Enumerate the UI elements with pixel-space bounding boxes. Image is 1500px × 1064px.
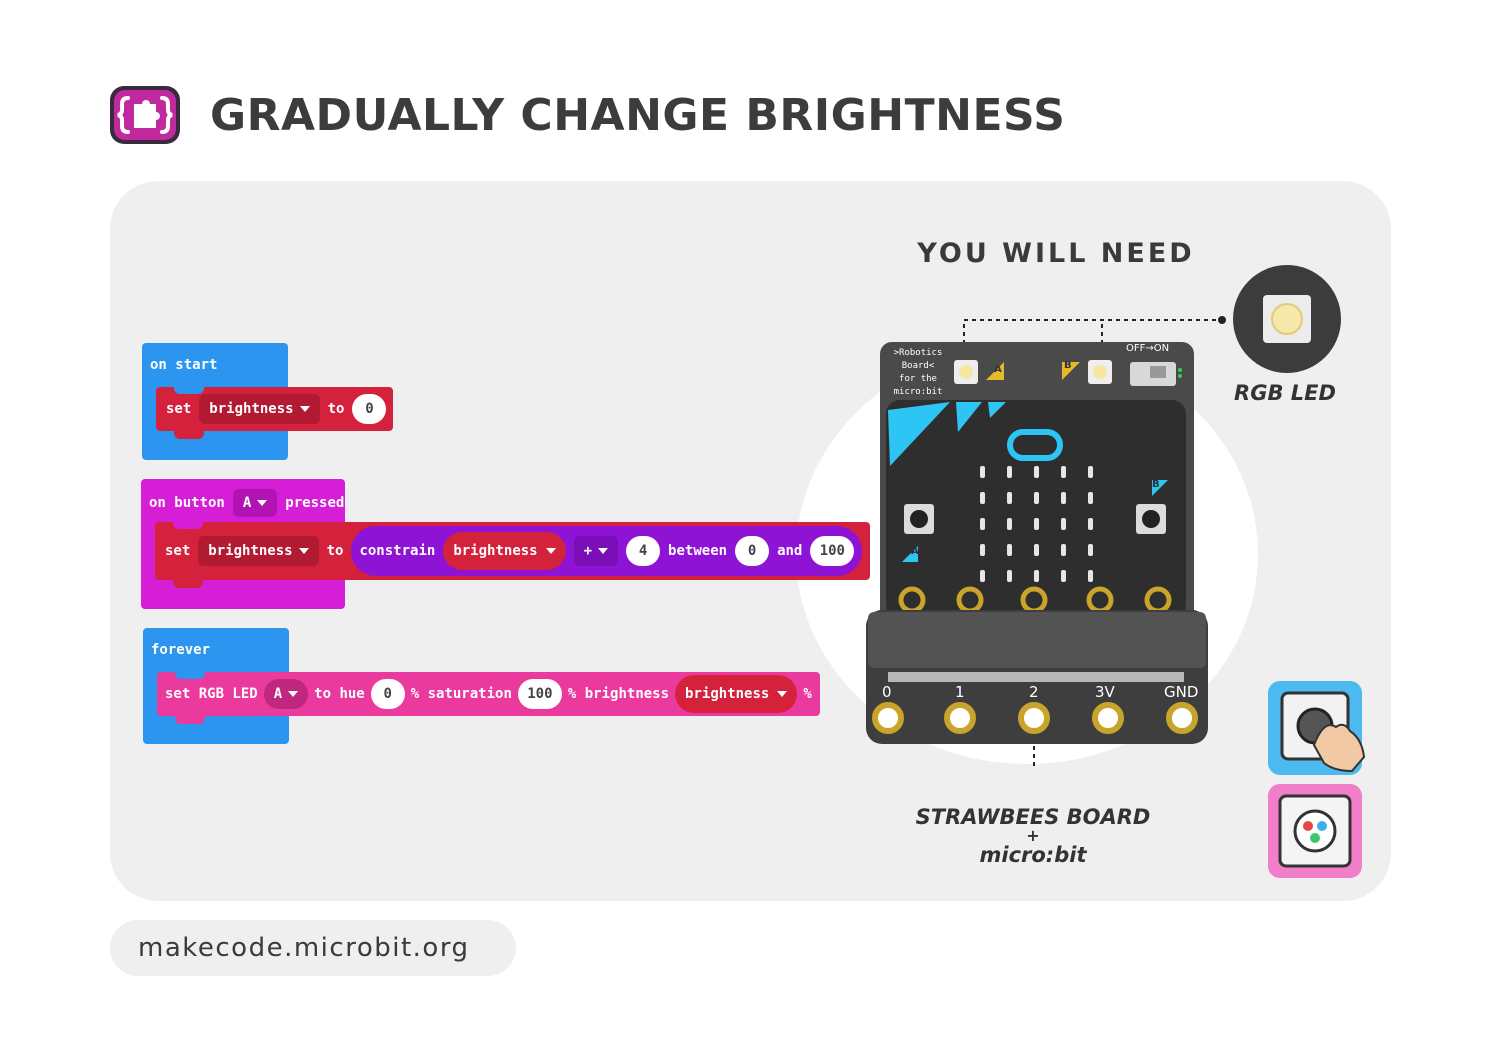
brightness-variable-dropdown[interactable]: brightness [199, 394, 320, 424]
button-select-dropdown[interactable]: A [232, 489, 278, 517]
button-b-marker: B [1064, 360, 1072, 371]
pressed-label: pressed [285, 495, 345, 511]
chevron-down-icon [777, 691, 788, 697]
block-notch [174, 431, 204, 439]
board-silkscreen: >Robotics Board< for the micro:bit [893, 348, 943, 397]
brightness-variable-dropdown[interactable]: brightness [198, 536, 319, 566]
board-label: STRAWBEES BOARD + micro:bit [915, 805, 1151, 867]
pin-label: 1 [955, 683, 965, 701]
pin-labels: 0 1 2 3V GND [866, 683, 1216, 703]
pin-label: 2 [1029, 683, 1039, 701]
saturation-label: % saturation [410, 686, 512, 702]
chevron-down-icon [598, 548, 609, 554]
microbit-button-b-label: B [1152, 479, 1160, 490]
on-button-label: on button [149, 495, 225, 511]
set-brightness-constrain-block[interactable]: set brightness to constrain brightness +… [155, 521, 870, 588]
and-label: and [777, 543, 803, 559]
on-start-label: on start [150, 357, 218, 373]
chevron-down-icon [298, 548, 309, 554]
set-label: set [166, 401, 192, 417]
block-notch [175, 671, 205, 679]
set-rgb-led-label: set RGB LED [165, 686, 258, 702]
microbit-button-a-label: A [911, 546, 919, 557]
block-notch [175, 716, 205, 724]
pin-label: 0 [882, 683, 892, 701]
set-rgb-led-block[interactable]: set RGB LED A to hue 0 % saturation 100 … [157, 671, 820, 724]
pin-label: GND [1164, 683, 1199, 701]
rgb-led-icon [1233, 265, 1341, 373]
operator-dropdown[interactable]: + [573, 536, 619, 566]
set-label: set [165, 543, 191, 559]
set-brightness-zero-block[interactable]: set brightness to 0 [156, 386, 393, 439]
to-label: to [327, 401, 345, 417]
to-hue-label: to hue [314, 686, 365, 702]
block-notch [174, 386, 204, 394]
extensions-puzzle-icon [110, 86, 180, 144]
max-input[interactable]: 100 [810, 536, 855, 566]
pin-label: 3V [1095, 683, 1115, 701]
chevron-down-icon [288, 691, 299, 697]
saturation-input[interactable]: 100 [517, 679, 562, 709]
page-title: GRADUALLY CHANGE BRIGHTNESS [210, 90, 1066, 141]
push-button-input-icon [1268, 681, 1366, 775]
power-switch-label: OFF→ON [1126, 343, 1170, 354]
rgb-led-output-icon [1268, 784, 1362, 878]
makecode-url[interactable]: makecode.microbit.org [110, 920, 516, 976]
button-a-marker: A [994, 364, 1002, 375]
block-notch [173, 521, 203, 529]
you-will-need-title: YOU WILL NEED [917, 238, 1195, 269]
led-select-dropdown[interactable]: A [263, 679, 309, 709]
rgb-led-label: RGB LED [1234, 381, 1336, 405]
constrain-block[interactable]: constrain brightness + 4 between 0 and 1… [351, 526, 863, 576]
block-notch [173, 580, 203, 588]
chevron-down-icon [299, 406, 310, 412]
between-label: between [668, 543, 728, 559]
brightness-reporter[interactable]: brightness [443, 532, 566, 570]
constrain-label: constrain [359, 543, 436, 559]
hue-input[interactable]: 0 [370, 679, 405, 709]
step-input[interactable]: 4 [626, 536, 661, 566]
min-input[interactable]: 0 [735, 536, 770, 566]
brightness-reporter[interactable]: brightness [675, 675, 798, 713]
brightness-label: % brightness [567, 686, 670, 702]
chevron-down-icon [257, 500, 268, 506]
value-input[interactable]: 0 [352, 394, 387, 424]
chevron-down-icon [545, 548, 556, 554]
percent-label: % [803, 686, 812, 702]
forever-label: forever [151, 642, 211, 658]
to-label: to [326, 543, 344, 559]
